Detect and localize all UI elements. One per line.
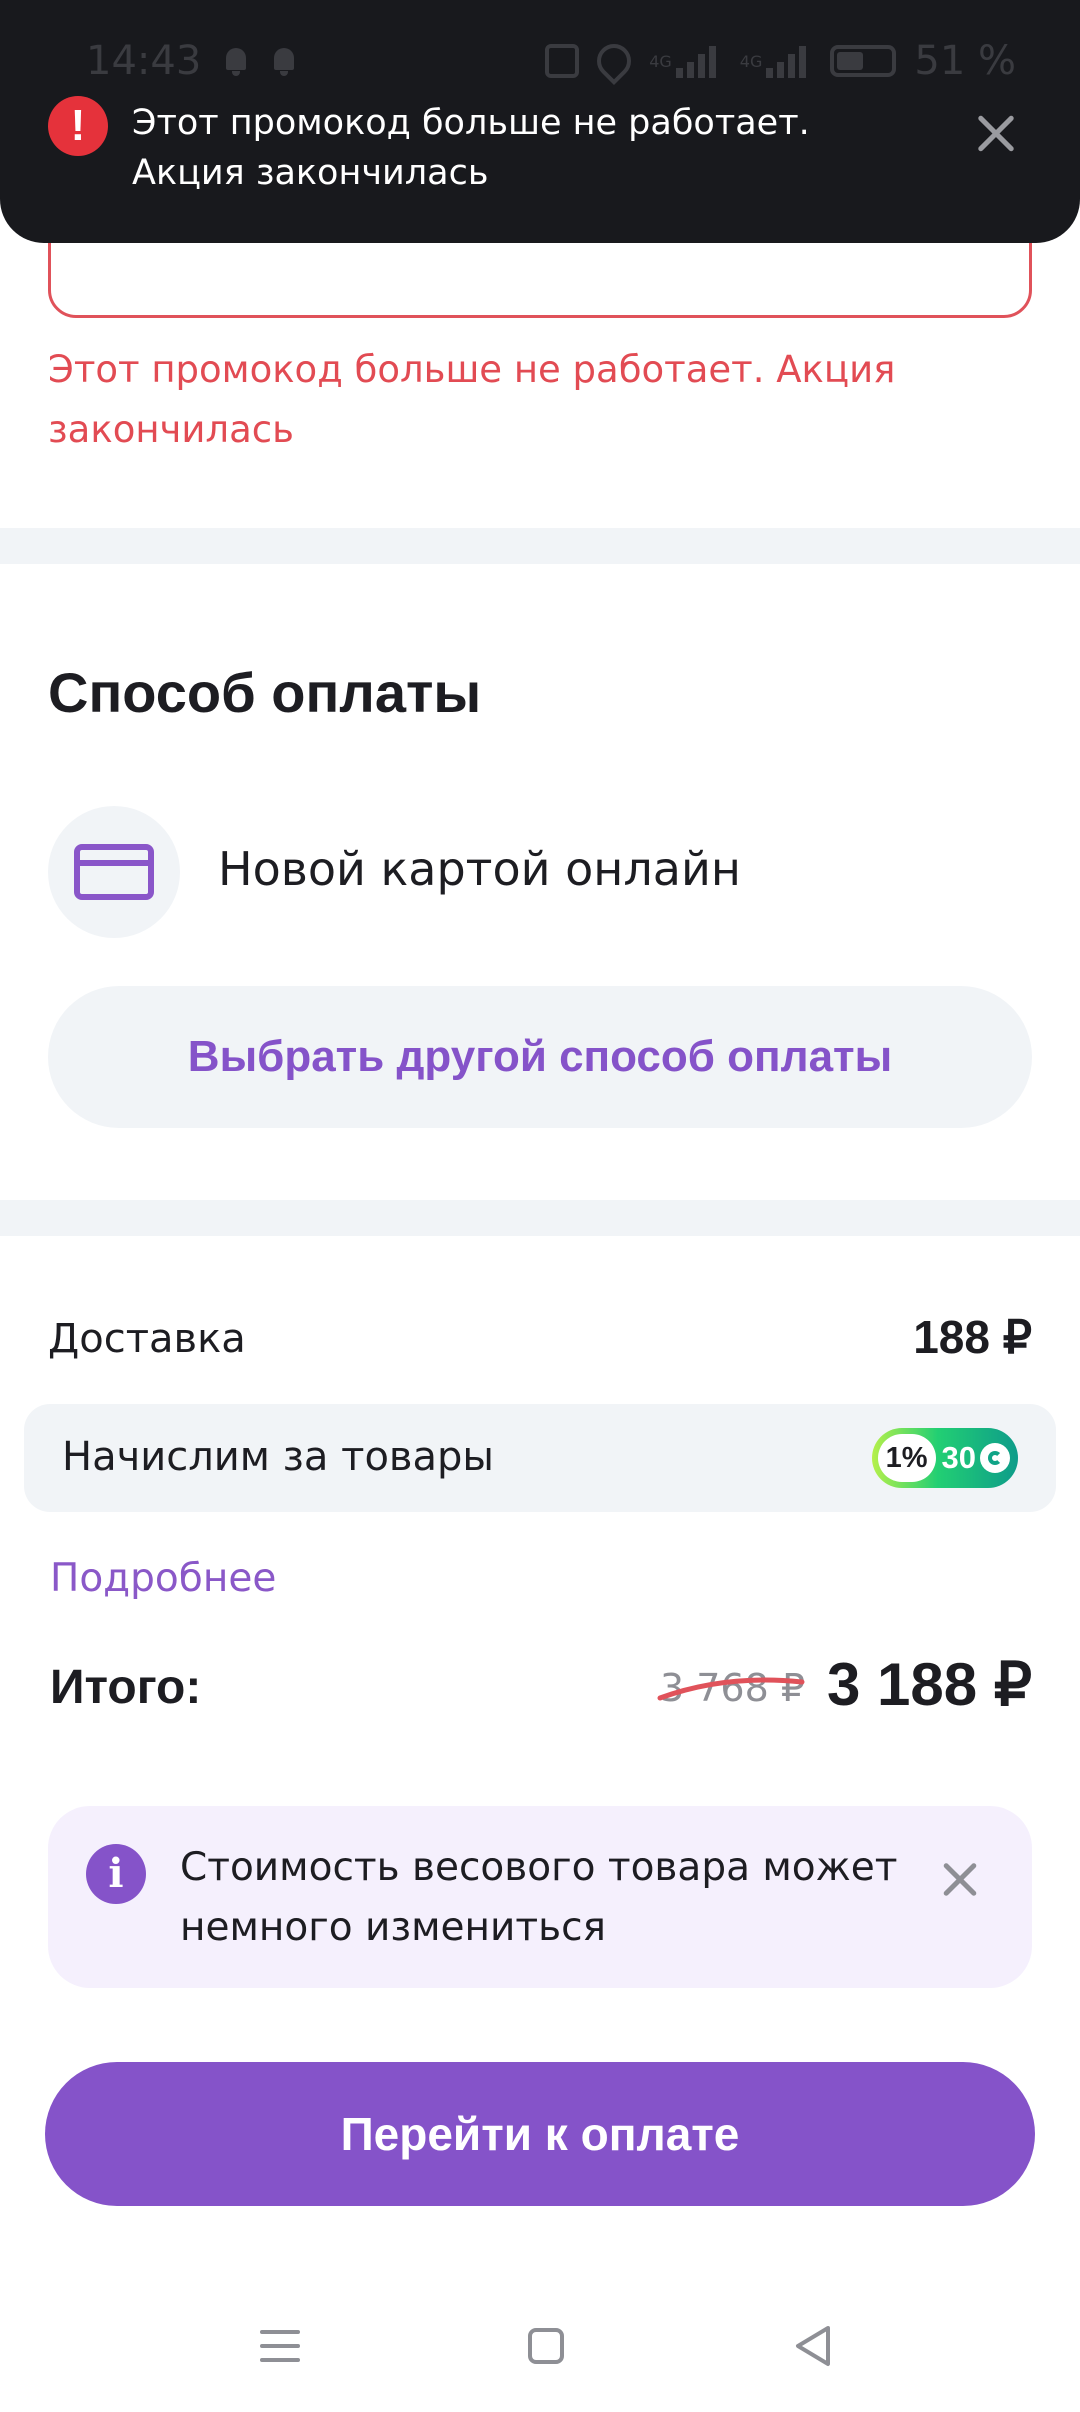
bonus-amount: 30 [941, 1440, 976, 1475]
section-divider [0, 528, 1080, 564]
total-price: 3 188 ₽ [827, 1651, 1032, 1718]
signal-icon [675, 44, 722, 78]
status-time: 14:43 [86, 38, 202, 84]
error-icon: ! [48, 96, 108, 156]
battery-percent: 51 % [914, 38, 1016, 84]
payment-section-title: Способ оплаты [48, 661, 482, 724]
signal-label-1: 4G [649, 51, 672, 71]
notification-bell-icon [271, 46, 297, 76]
bonus-percent: 1% [877, 1434, 936, 1482]
status-bar: 14:43 4G 4G 51 % [86, 36, 1016, 86]
bonus-coin-icon [980, 1443, 1010, 1473]
nav-home-icon[interactable] [528, 2328, 564, 2364]
go-to-payment-button[interactable]: Перейти к оплате [45, 2062, 1035, 2206]
more-details-link[interactable]: Подробнее [50, 1556, 276, 1601]
choose-payment-method-button[interactable]: Выбрать другой способ оплаты [48, 986, 1032, 1128]
signal-icon [766, 44, 812, 78]
payment-method-icon-wrap [48, 806, 180, 938]
delivery-label: Доставка [48, 1316, 246, 1362]
vibrate-icon [545, 44, 580, 78]
location-icon [590, 36, 639, 86]
battery-icon [830, 45, 897, 77]
strikethrough-line [657, 1677, 805, 1701]
weight-price-notice: i Стоимость весового товара может немног… [48, 1806, 1032, 1988]
total-label: Итого: [50, 1661, 202, 1714]
info-icon: i [86, 1844, 146, 1904]
bonus-badge: 1% 30 [871, 1428, 1018, 1488]
promo-error-text: Этот промокод больше не работает. Акция … [48, 348, 896, 451]
signal-label-2: 4G [739, 51, 763, 71]
notice-text: Стоимость весового товара может немного … [180, 1845, 898, 1950]
payment-method-label: Новой картой онлайн [218, 842, 741, 896]
delivery-price: 188 ₽ [913, 1311, 1032, 1363]
section-divider [0, 1200, 1080, 1236]
nav-back-icon[interactable] [792, 2324, 834, 2368]
notification-bell-icon [223, 46, 249, 76]
close-icon[interactable] [968, 106, 1024, 162]
close-icon[interactable] [936, 1856, 984, 1904]
nav-recent-apps-icon[interactable] [260, 2328, 300, 2364]
toast-message: Этот промокод больше не работает. Акция … [132, 103, 810, 193]
bonus-row: Начислим за товары 1% 30 [24, 1404, 1056, 1512]
error-toast: 14:43 4G 4G 51 % ! Этот промокод больше … [0, 0, 1080, 243]
credit-card-icon [74, 844, 154, 900]
bonus-label: Начислим за товары [62, 1434, 494, 1480]
